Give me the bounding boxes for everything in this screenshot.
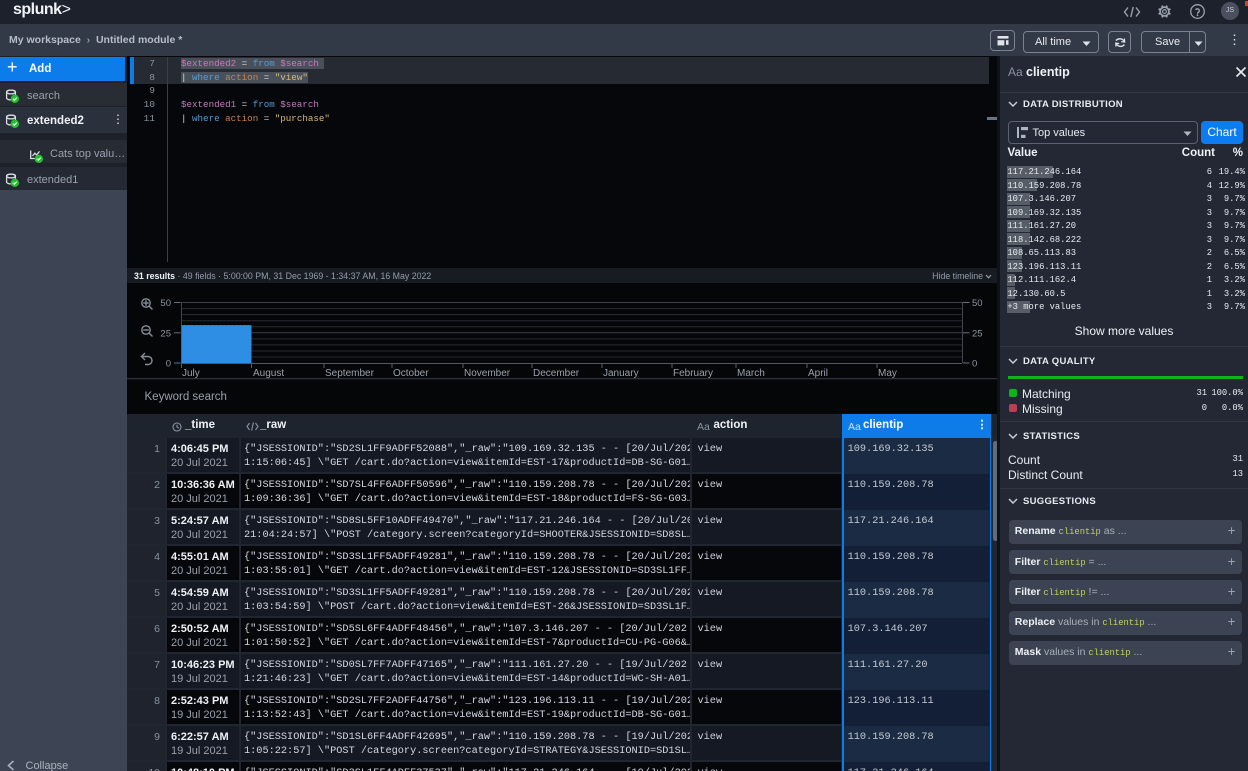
svg-text:50: 50 <box>972 298 983 309</box>
svg-text:0: 0 <box>166 359 171 370</box>
svg-text:November: November <box>464 368 511 379</box>
svg-text:March: March <box>737 368 765 379</box>
svg-text:May: May <box>878 368 897 379</box>
svg-text:February: February <box>673 368 713 379</box>
svg-text:April: April <box>808 368 828 379</box>
svg-text:50: 50 <box>160 298 171 309</box>
svg-text:25: 25 <box>160 328 171 339</box>
svg-text:December: December <box>533 368 580 379</box>
svg-text:September: September <box>325 368 375 379</box>
svg-text:October: October <box>393 368 429 379</box>
svg-text:July: July <box>182 368 200 379</box>
svg-text:0: 0 <box>972 359 977 370</box>
svg-text:January: January <box>603 368 639 379</box>
svg-text:25: 25 <box>972 328 983 339</box>
svg-text:August: August <box>253 368 284 379</box>
